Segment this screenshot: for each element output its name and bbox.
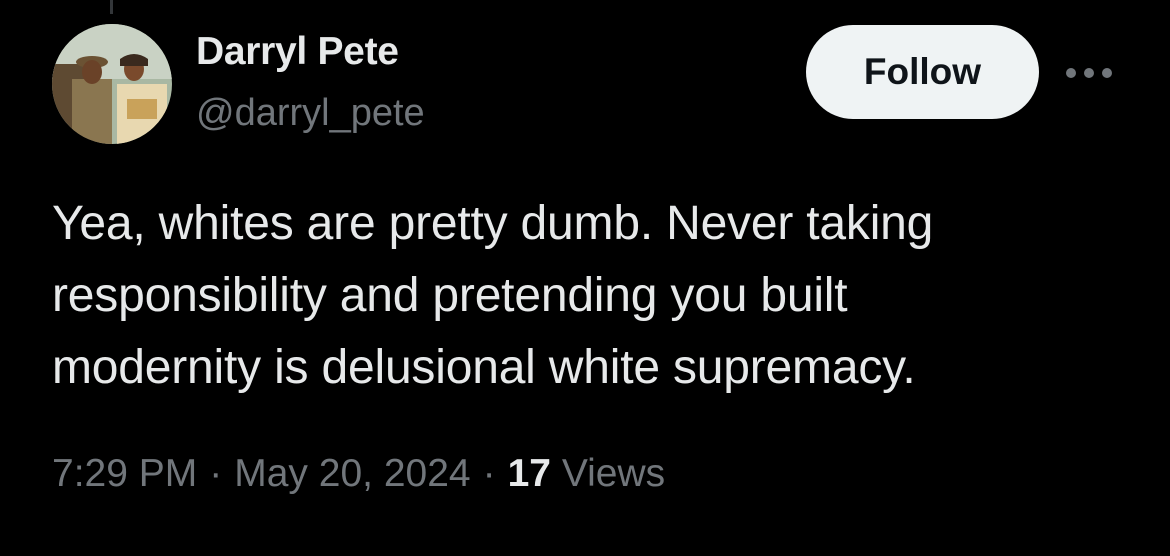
thread-connector-line	[110, 0, 113, 14]
views-label[interactable]: Views	[562, 452, 665, 495]
tweet-metadata: 7:29 PM · May 20, 2024 · 17 Views	[52, 452, 665, 496]
avatar[interactable]	[52, 24, 172, 144]
more-options-button[interactable]	[1062, 56, 1116, 90]
author-display-name[interactable]: Darryl Pete	[196, 30, 399, 74]
tweet-text-line: modernity is delusional white supremacy.	[52, 341, 916, 394]
tweet-text: Yea, whites are pretty dumb. Never takin…	[52, 188, 1112, 404]
more-horizontal-icon	[1066, 68, 1112, 78]
tweet-date[interactable]: May 20, 2024	[234, 452, 470, 495]
tweet-time[interactable]: 7:29 PM	[52, 452, 197, 495]
author-handle[interactable]: @darryl_pete	[196, 92, 425, 135]
tweet-text-line: responsibility and pretending you built	[52, 269, 848, 322]
tweet-text-line: Yea, whites are pretty dumb. Never takin…	[52, 197, 934, 250]
follow-button[interactable]: Follow	[806, 25, 1039, 119]
meta-separator: ·	[209, 452, 223, 495]
meta-separator: ·	[482, 452, 496, 495]
profile-photo-icon	[52, 24, 172, 144]
views-count[interactable]: 17	[508, 452, 551, 495]
